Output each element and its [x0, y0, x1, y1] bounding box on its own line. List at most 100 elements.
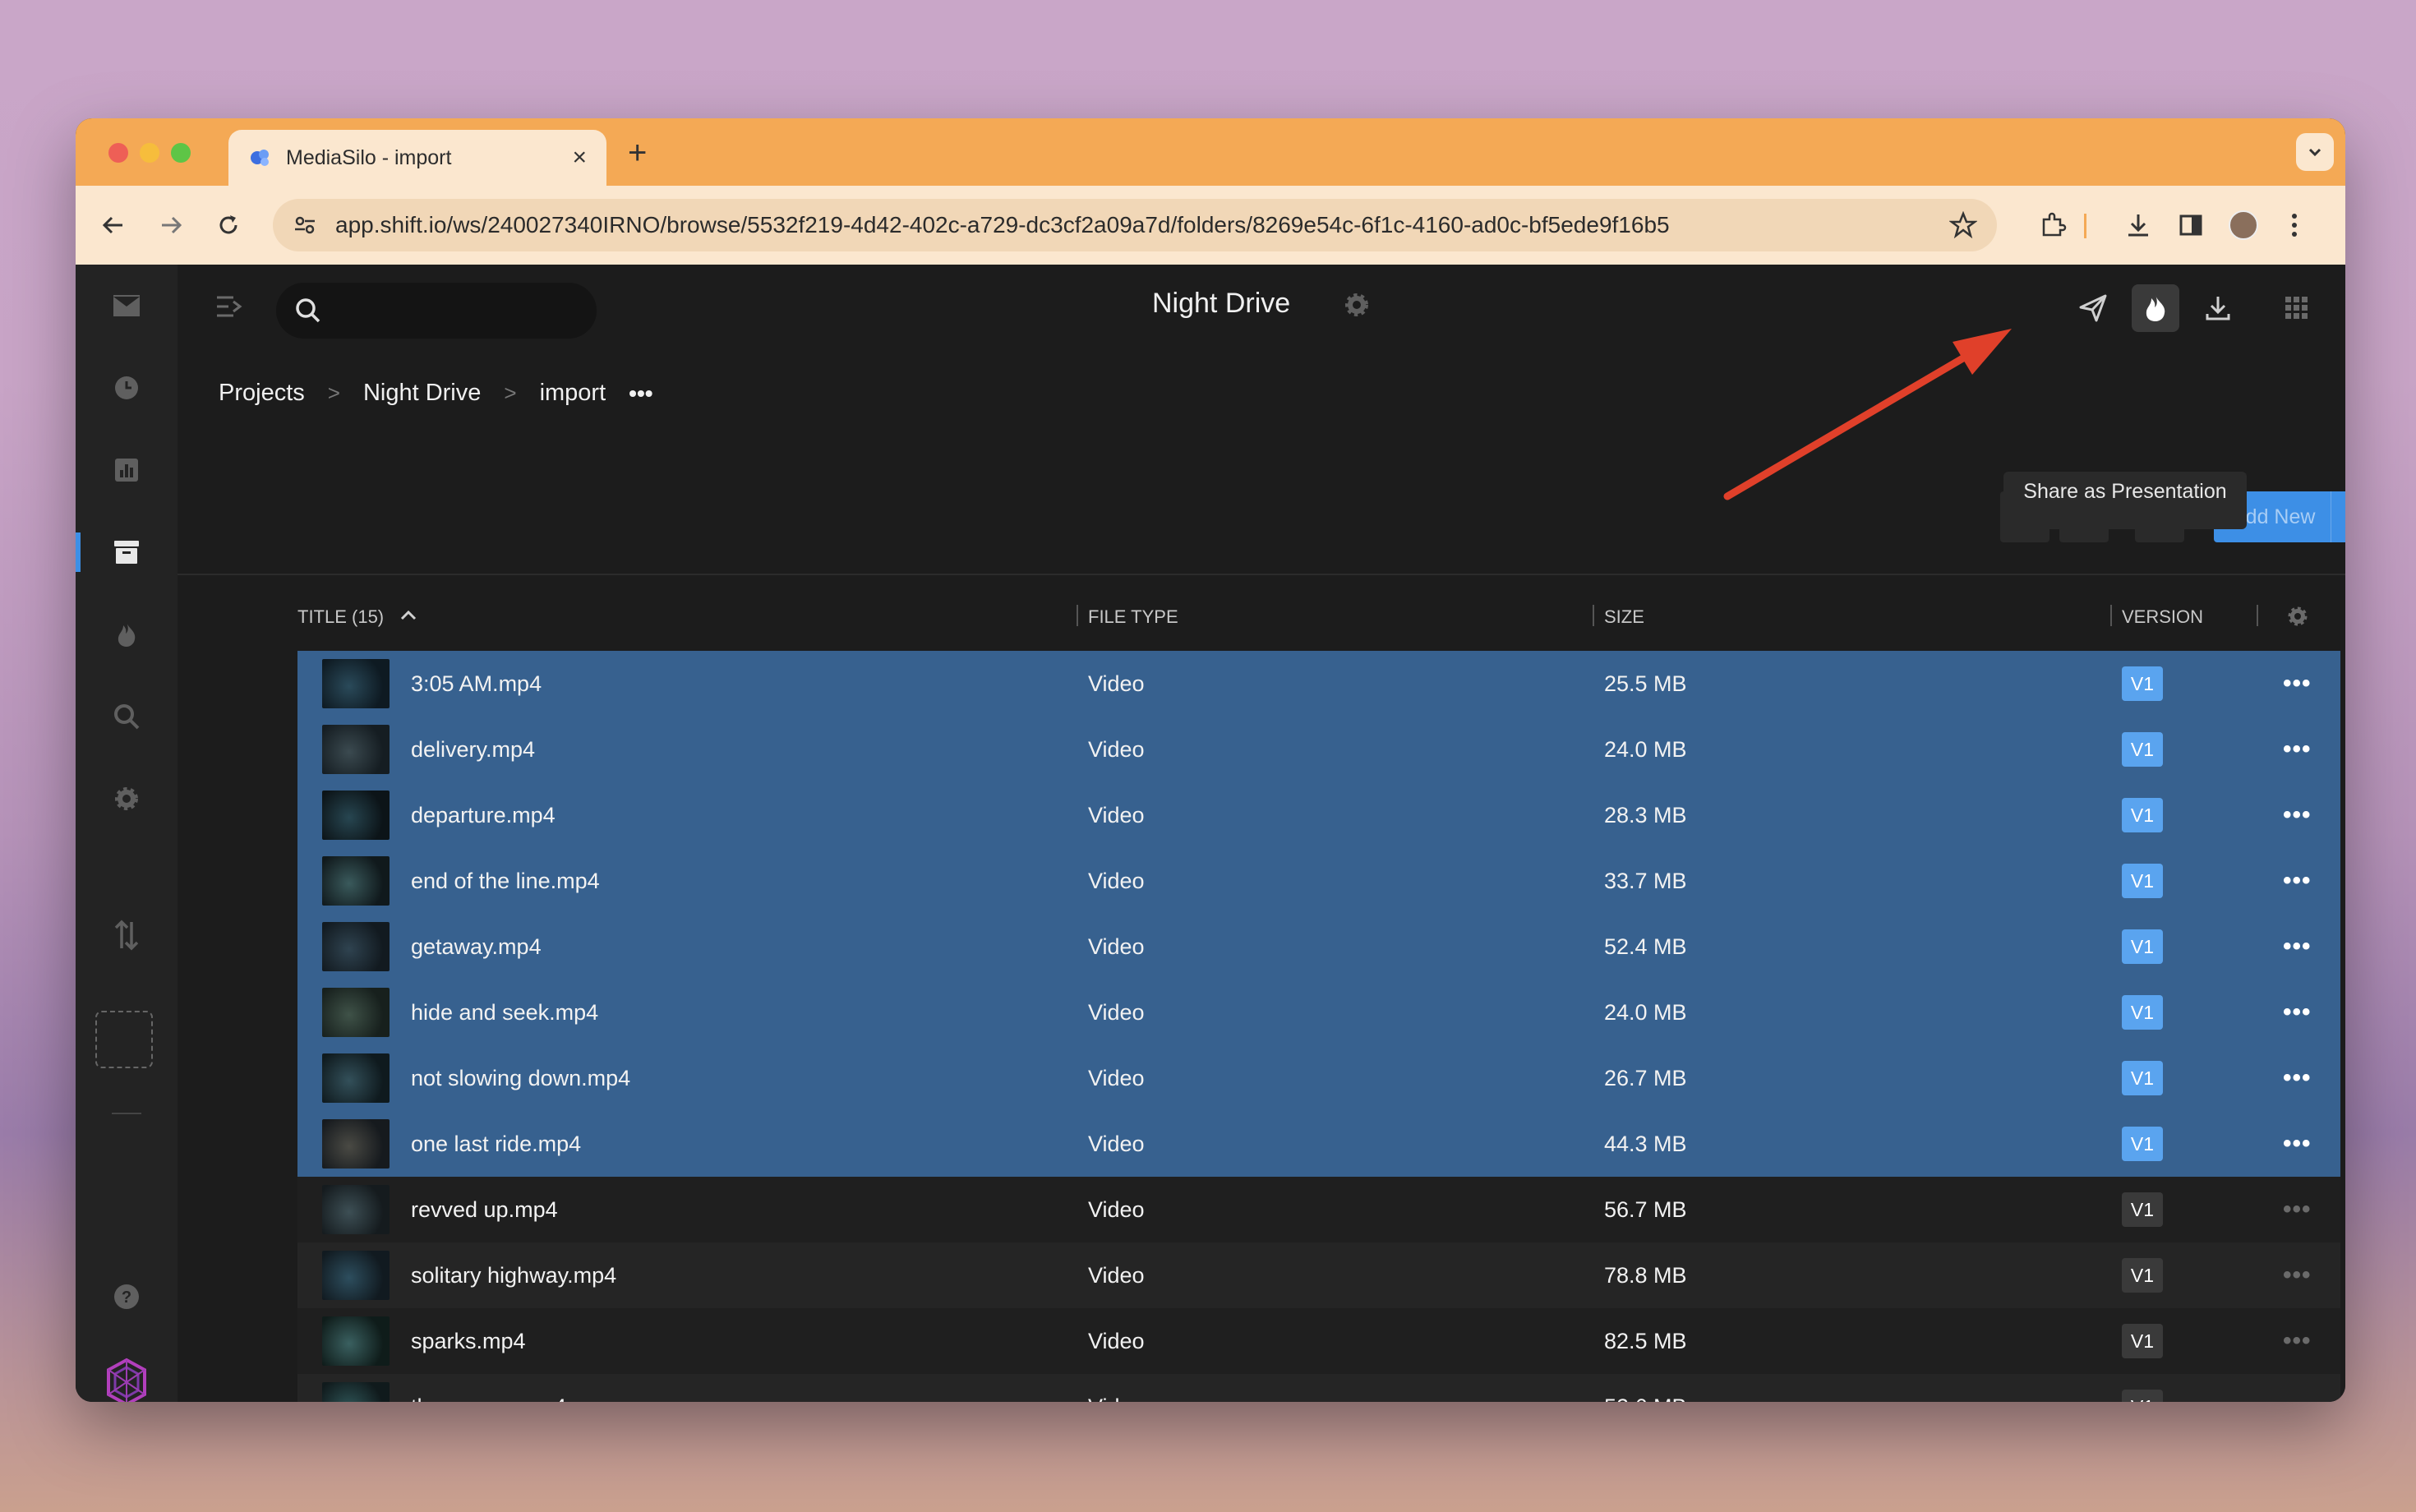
- minimize-window-button[interactable]: [140, 143, 159, 163]
- reload-icon[interactable]: [212, 209, 245, 242]
- settings-gear-icon[interactable]: [110, 782, 143, 815]
- zoom-window-button[interactable]: [171, 143, 191, 163]
- video-thumbnail[interactable]: [322, 659, 390, 708]
- file-title[interactable]: 3:05 AM.mp4: [411, 671, 542, 697]
- bookmark-star-icon[interactable]: [1949, 211, 1977, 239]
- add-new-dropdown-chevron-icon[interactable]: [2331, 491, 2345, 542]
- row-more-menu[interactable]: •••: [2283, 933, 2312, 961]
- version-badge[interactable]: V1: [2122, 798, 2163, 832]
- table-row[interactable]: hide and seek.mp4 Video 24.0 MB V1 •••: [297, 980, 2340, 1045]
- video-thumbnail[interactable]: [322, 791, 390, 840]
- projects-archive-icon[interactable]: [110, 536, 143, 569]
- workspace-logo-icon[interactable]: [102, 1358, 151, 1402]
- video-thumbnail[interactable]: [322, 1382, 390, 1402]
- help-icon[interactable]: ?: [110, 1280, 143, 1313]
- video-thumbnail[interactable]: [322, 1251, 390, 1300]
- table-row[interactable]: 3:05 AM.mp4 Video 25.5 MB V1 •••: [297, 651, 2340, 717]
- version-column-header[interactable]: VERSION: [2122, 606, 2203, 628]
- video-thumbnail[interactable]: [322, 1185, 390, 1234]
- row-more-menu[interactable]: •••: [2283, 1327, 2312, 1355]
- table-row[interactable]: delivery.mp4 Video 24.0 MB V1 •••: [297, 717, 2340, 782]
- browser-tab[interactable]: MediaSilo - import ×: [228, 130, 606, 186]
- recent-clock-icon[interactable]: [110, 371, 143, 404]
- project-settings-gear-icon[interactable]: [1343, 291, 1371, 323]
- table-row[interactable]: departure.mp4 Video 28.3 MB V1 •••: [297, 782, 2340, 848]
- row-more-menu[interactable]: •••: [2283, 867, 2312, 895]
- video-thumbnail[interactable]: [322, 1316, 390, 1366]
- table-row[interactable]: the garage.mp4 Video 52.6 MB V1 •••: [297, 1374, 2340, 1402]
- search-input[interactable]: [276, 283, 597, 339]
- table-row[interactable]: one last ride.mp4 Video 44.3 MB V1 •••: [297, 1111, 2340, 1177]
- share-as-presentation-flame-icon[interactable]: [2132, 284, 2179, 332]
- row-more-menu[interactable]: •••: [2283, 1196, 2312, 1224]
- row-more-menu[interactable]: •••: [2283, 1261, 2312, 1289]
- upload-dropzone[interactable]: [95, 1011, 153, 1068]
- version-badge[interactable]: V1: [2122, 1192, 2163, 1227]
- breadcrumb-projects[interactable]: Projects: [219, 380, 305, 407]
- analytics-icon[interactable]: [110, 454, 143, 486]
- row-more-menu[interactable]: •••: [2283, 998, 2312, 1026]
- forward-arrow-icon[interactable]: [154, 209, 187, 242]
- table-row[interactable]: revved up.mp4 Video 56.7 MB V1 •••: [297, 1177, 2340, 1242]
- row-more-menu[interactable]: •••: [2283, 735, 2312, 763]
- table-row[interactable]: solitary highway.mp4 Video 78.8 MB V1 •••: [297, 1242, 2340, 1308]
- file-title[interactable]: revved up.mp4: [411, 1197, 558, 1223]
- tab-close-icon[interactable]: ×: [572, 144, 587, 172]
- back-arrow-icon[interactable]: [97, 209, 130, 242]
- version-badge[interactable]: V1: [2122, 995, 2163, 1030]
- expand-nav-icon[interactable]: [215, 294, 243, 323]
- extensions-icon[interactable]: [2036, 209, 2069, 242]
- file-title[interactable]: solitary highway.mp4: [411, 1263, 616, 1288]
- file-title[interactable]: sparks.mp4: [411, 1329, 526, 1354]
- version-badge[interactable]: V1: [2122, 732, 2163, 767]
- downloads-icon[interactable]: [2122, 209, 2155, 242]
- video-thumbnail[interactable]: [322, 856, 390, 906]
- file-title[interactable]: departure.mp4: [411, 803, 556, 828]
- file-title[interactable]: delivery.mp4: [411, 737, 535, 763]
- table-row[interactable]: not slowing down.mp4 Video 26.7 MB V1 •••: [297, 1045, 2340, 1111]
- download-icon[interactable]: [2194, 284, 2242, 332]
- inbox-icon[interactable]: [110, 289, 143, 322]
- size-column-header[interactable]: SIZE: [1604, 606, 1644, 628]
- row-more-menu[interactable]: •••: [2283, 1130, 2312, 1158]
- table-row[interactable]: getaway.mp4 Video 52.4 MB V1 •••: [297, 914, 2340, 980]
- version-badge[interactable]: V1: [2122, 666, 2163, 701]
- file-title[interactable]: one last ride.mp4: [411, 1132, 581, 1157]
- sort-ascending-chevron-icon[interactable]: [399, 608, 417, 621]
- file-title[interactable]: the garage.mp4: [411, 1394, 566, 1403]
- version-badge[interactable]: V1: [2122, 1127, 2163, 1161]
- version-badge[interactable]: V1: [2122, 1324, 2163, 1358]
- row-more-menu[interactable]: •••: [2283, 670, 2312, 698]
- video-thumbnail[interactable]: [322, 988, 390, 1037]
- video-thumbnail[interactable]: [322, 1119, 390, 1169]
- row-more-menu[interactable]: •••: [2283, 801, 2312, 829]
- search-nav-icon[interactable]: [110, 700, 143, 733]
- video-thumbnail[interactable]: [322, 1053, 390, 1103]
- site-settings-icon[interactable]: [293, 213, 317, 237]
- side-panel-icon[interactable]: [2174, 209, 2207, 242]
- profile-avatar-icon[interactable]: [2227, 209, 2260, 242]
- address-bar[interactable]: app.shift.io/ws/240027340IRNO/browse/553…: [273, 199, 1997, 251]
- file-title[interactable]: hide and seek.mp4: [411, 1000, 598, 1026]
- column-settings-gear-icon[interactable]: [2286, 605, 2309, 628]
- row-more-menu[interactable]: •••: [2283, 1393, 2312, 1402]
- version-badge[interactable]: V1: [2122, 1258, 2163, 1293]
- folder-more-menu[interactable]: •••: [629, 380, 652, 407]
- version-badge[interactable]: V1: [2122, 864, 2163, 898]
- version-badge[interactable]: V1: [2122, 1390, 2163, 1402]
- presentations-flame-icon[interactable]: [110, 618, 143, 651]
- share-send-icon[interactable]: [2069, 284, 2117, 332]
- table-row[interactable]: sparks.mp4 Video 82.5 MB V1 •••: [297, 1308, 2340, 1374]
- file-title[interactable]: getaway.mp4: [411, 934, 542, 960]
- version-badge[interactable]: V1: [2122, 1061, 2163, 1095]
- collapse-panel-icon[interactable]: [2340, 284, 2345, 332]
- close-window-button[interactable]: [108, 143, 128, 163]
- file-title[interactable]: not slowing down.mp4: [411, 1066, 630, 1091]
- table-row[interactable]: end of the line.mp4 Video 33.7 MB V1 •••: [297, 848, 2340, 914]
- browser-menu-icon[interactable]: [2278, 209, 2311, 242]
- row-more-menu[interactable]: •••: [2283, 1064, 2312, 1092]
- new-tab-button[interactable]: +: [628, 135, 647, 172]
- title-column-header[interactable]: TITLE (15): [297, 606, 384, 628]
- video-thumbnail[interactable]: [322, 922, 390, 971]
- breadcrumb-import[interactable]: import: [540, 380, 606, 407]
